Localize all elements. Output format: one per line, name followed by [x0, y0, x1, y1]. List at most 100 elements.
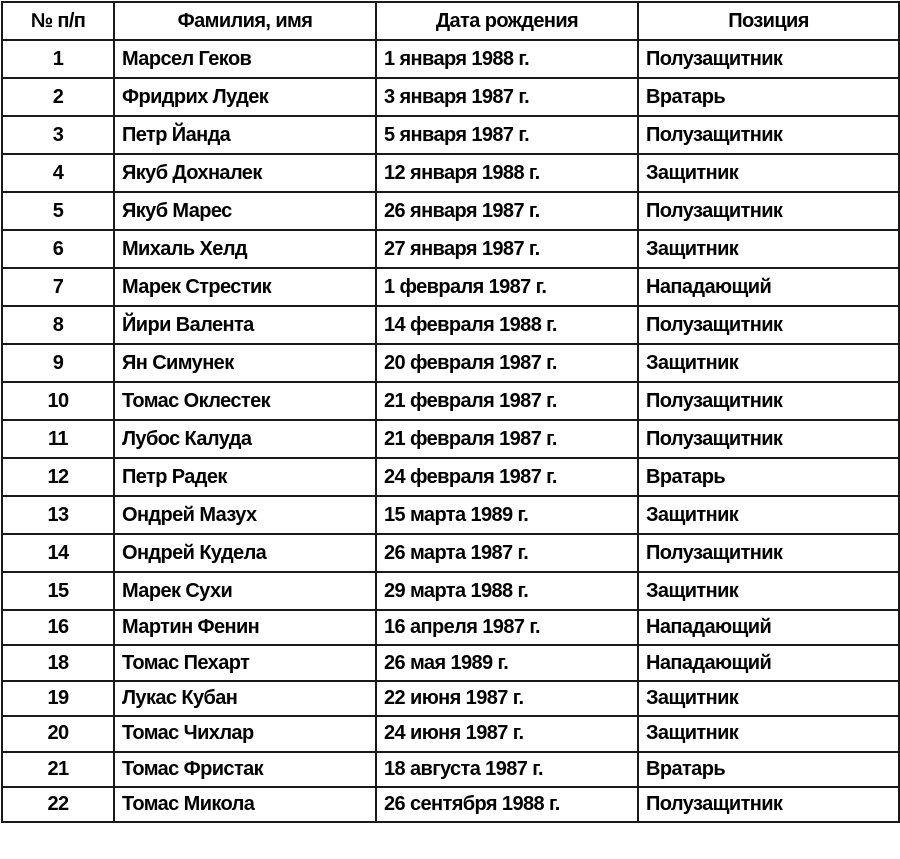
position-cell: Защитник [637, 571, 900, 611]
name-cell: Якуб Дохналек [113, 153, 377, 193]
table-row: 20 Томас Чихлар 24 июня 1987 г. Защитник [1, 715, 900, 753]
birth-date-cell: 20 февраля 1987 г. [375, 343, 639, 383]
birth-date-cell: 3 января 1987 г. [375, 77, 639, 117]
position-cell: Полузащитник [637, 191, 900, 231]
table-row: 22 Томас Микола 26 сентября 1988 г. Полузащ… [1, 785, 900, 824]
number-cell: 6 [1, 229, 115, 269]
birth-date-cell: 26 мая 1989 г. [375, 644, 639, 682]
number-cell: 2 [1, 77, 115, 117]
number-cell: 1 [1, 39, 115, 79]
name-cell: Ян Симунек [113, 343, 377, 383]
table-row: 2 Фридрих Лудек 3 января 1987 г. Вратарь [1, 77, 900, 117]
birth-date-cell: 21 февраля 1987 г. [375, 381, 639, 421]
players-table: № п/п Фамилия, имя Дата рождения Позиция… [1, 1, 900, 824]
position-cell: Полузащитник [637, 533, 900, 573]
table-row: 9 Ян Симунек 20 февраля 1987 г. Защитник [1, 343, 900, 383]
birth-date-cell: 29 марта 1988 г. [375, 571, 639, 611]
number-cell: 11 [1, 419, 115, 459]
position-cell: Нападающий [637, 267, 900, 307]
number-cell: 8 [1, 305, 115, 345]
birth-date-cell: 26 сентября 1988 г. [375, 785, 639, 824]
name-cell: Мартин Фенин [113, 608, 377, 647]
name-cell: Марек Стрестик [113, 267, 377, 307]
position-cell: Нападающий [637, 608, 900, 647]
birth-date-cell: 16 апреля 1987 г. [375, 608, 639, 647]
name-cell: Петр Йанда [113, 115, 377, 155]
header-name: Фамилия, имя [113, 1, 377, 41]
number-cell: 14 [1, 533, 115, 573]
name-cell: Петр Радек [113, 457, 377, 497]
table-row: 1 Марсел Геков 1 января 1988 г. Полузащитни… [1, 39, 900, 79]
birth-date-cell: 22 июня 1987 г. [375, 679, 639, 718]
number-cell: 9 [1, 343, 115, 383]
number-cell: 19 [1, 679, 115, 718]
table-row: 21 Томас Фристак 18 августа 1987 г. Вратарь [1, 750, 900, 788]
name-cell: Томас Микола [113, 785, 377, 824]
position-cell: Защитник [637, 229, 900, 269]
name-cell: Йири Валента [113, 305, 377, 345]
table-row: 18 Томас Пехарт 26 мая 1989 г. Нападающий [1, 644, 900, 682]
birth-date-cell: 26 марта 1987 г. [375, 533, 639, 573]
name-cell: Марсел Геков [113, 39, 377, 79]
position-cell: Полузащитник [637, 381, 900, 421]
number-cell: 5 [1, 191, 115, 231]
header-number: № п/п [1, 1, 115, 41]
name-cell: Лукас Кубан [113, 679, 377, 718]
name-cell: Томас Пехарт [113, 644, 377, 682]
number-cell: 18 [1, 644, 115, 682]
birth-date-cell: 21 февраля 1987 г. [375, 419, 639, 459]
birth-date-cell: 26 января 1987 г. [375, 191, 639, 231]
number-cell: 15 [1, 571, 115, 611]
position-cell: Защитник [637, 679, 900, 718]
birth-date-cell: 18 августа 1987 г. [375, 750, 639, 788]
number-cell: 4 [1, 153, 115, 193]
table-row: 5 Якуб Марес 26 января 1987 г. Полузащитник [1, 191, 900, 231]
birth-date-cell: 14 февраля 1988 г. [375, 305, 639, 345]
header-row: № п/п Фамилия, имя Дата рождения Позиция [1, 1, 900, 41]
position-cell: Полузащитник [637, 39, 900, 79]
position-cell: Защитник [637, 715, 900, 753]
table-row: 15 Марек Сухи 29 марта 1988 г. Защитник [1, 571, 900, 611]
table-row: 16 Мартин Фенин 16 апреля 1987 г. Нападающи… [1, 608, 900, 647]
name-cell: Якуб Марес [113, 191, 377, 231]
name-cell: Лубос Калуда [113, 419, 377, 459]
table-row: 8 Йири Валента 14 февраля 1988 г. Полузащит… [1, 305, 900, 345]
number-cell: 22 [1, 785, 115, 824]
name-cell: Томас Фристак [113, 750, 377, 788]
position-cell: Защитник [637, 495, 900, 535]
position-cell: Полузащитник [637, 785, 900, 824]
table-body: 1 Марсел Геков 1 января 1988 г. Полузащитни… [1, 39, 900, 824]
table-row: 14 Ондрей Кудела 26 марта 1987 г. Полузащит… [1, 533, 900, 573]
position-cell: Защитник [637, 343, 900, 383]
birth-date-cell: 1 января 1988 г. [375, 39, 639, 79]
table-row: 6 Михаль Хелд 27 января 1987 г. Защитник [1, 229, 900, 269]
name-cell: Томас Чихлар [113, 715, 377, 753]
header-position: Позиция [637, 1, 900, 41]
number-cell: 3 [1, 115, 115, 155]
position-cell: Полузащитник [637, 305, 900, 345]
name-cell: Ондрей Мазух [113, 495, 377, 535]
name-cell: Марек Сухи [113, 571, 377, 611]
birth-date-cell: 24 февраля 1987 г. [375, 457, 639, 497]
number-cell: 12 [1, 457, 115, 497]
number-cell: 7 [1, 267, 115, 307]
birth-date-cell: 27 января 1987 г. [375, 229, 639, 269]
table-row: 11 Лубос Калуда 21 февраля 1987 г. Полузащи… [1, 419, 900, 459]
position-cell: Вратарь [637, 77, 900, 117]
position-cell: Полузащитник [637, 115, 900, 155]
birth-date-cell: 1 февраля 1987 г. [375, 267, 639, 307]
position-cell: Вратарь [637, 457, 900, 497]
birth-date-cell: 12 января 1988 г. [375, 153, 639, 193]
number-cell: 20 [1, 715, 115, 753]
birth-date-cell: 15 марта 1989 г. [375, 495, 639, 535]
table-row: 7 Марек Стрестик 1 февраля 1987 г. Нападающ… [1, 267, 900, 307]
table-row: 13 Ондрей Мазух 15 марта 1989 г. Защитник [1, 495, 900, 535]
position-cell: Вратарь [637, 750, 900, 788]
table-row: 4 Якуб Дохналек 12 января 1988 г. Защитник [1, 153, 900, 193]
position-cell: Нападающий [637, 644, 900, 682]
table-row: 10 Томас Оклестек 21 февраля 1987 г. Полуза… [1, 381, 900, 421]
birth-date-cell: 24 июня 1987 г. [375, 715, 639, 753]
position-cell: Полузащитник [637, 419, 900, 459]
number-cell: 21 [1, 750, 115, 788]
number-cell: 10 [1, 381, 115, 421]
